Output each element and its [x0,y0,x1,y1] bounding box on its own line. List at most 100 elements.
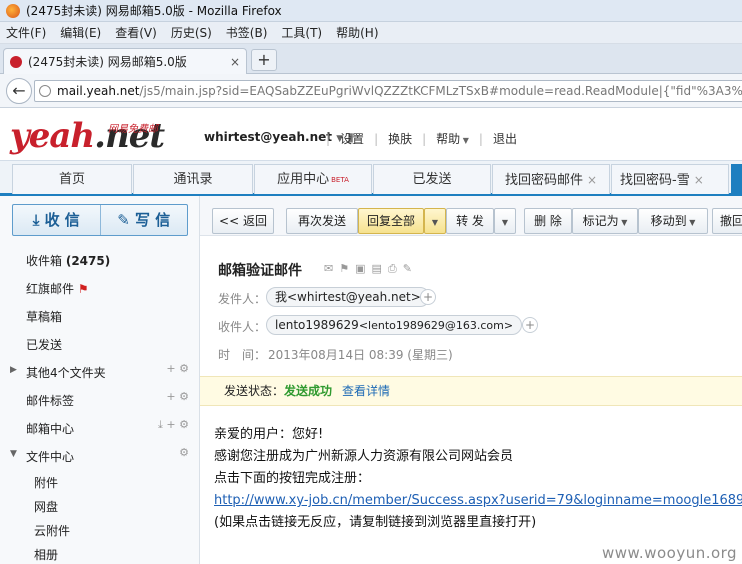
mail-subject: 邮箱验证邮件 [218,263,302,279]
tab-active-edge[interactable] [731,164,742,194]
tab-label: 找回密码-雪 [620,173,690,188]
tab-password-xue[interactable]: 找回密码-雪 × [611,164,729,194]
tag-actions: + ⚙ [166,390,189,403]
sidebar-item-inbox[interactable]: 收件箱 (2475) [26,252,110,269]
print-icon[interactable]: ⎙ [388,262,403,275]
inbox-unread-count: (2475) [65,254,111,268]
add-icon[interactable]: + [166,362,175,375]
tab-label: 已发送 [412,172,452,187]
divider: | [422,131,427,146]
close-icon[interactable]: × [587,173,597,187]
recipient-address: <lento1989629@163.com> [358,319,514,332]
sidebar-item-cloud-attachments[interactable]: 云附件 [34,522,70,539]
mark-as-button[interactable]: 标记为 ▼ [572,208,638,234]
body-line: 亲爱的用户：您好! [214,427,324,442]
tab-app-center[interactable]: 应用中心 BETA [254,164,372,194]
tab-contacts[interactable]: 通讯录 [133,164,253,194]
gear-icon[interactable]: ⚙ [179,362,189,375]
folder-actions: + ⚙ [166,362,189,375]
delete-button[interactable]: 删 除 [524,208,572,234]
read-toolbar: << 返回 再次发送 回复全部 ▼ 转 发 ▼ 删 除 标记为 ▼ 移动到 ▼ … [200,196,742,236]
sidebar-item-sent[interactable]: 已发送 [26,336,62,353]
tab-sent[interactable]: 已发送 [373,164,491,194]
gear-icon[interactable]: ⚙ [179,446,189,459]
edit-icon[interactable]: ✎ [403,262,418,275]
navigation-bar: ← mail.yeah.net /js5/main.jsp?sid=EAQSab… [0,74,742,108]
sidebar-item-tags[interactable]: 邮件标签 [26,392,74,409]
flag-icon[interactable]: ⚑ [339,262,355,275]
add-icon[interactable]: + [166,390,175,403]
settings-link[interactable]: 设置 [340,130,364,147]
new-tab-button[interactable]: + [251,49,277,71]
sidebar-item-flagged[interactable]: 红旗邮件 ⚑ [26,280,89,297]
red-flag-icon: ⚑ [77,282,89,296]
mail-center-actions: ⤓ + ⚙ [158,418,189,432]
gear-icon[interactable]: ⚙ [179,418,189,431]
sidebar-item-netdisk[interactable]: 网盘 [34,498,58,515]
logo-tagline: 网易免费邮 [108,124,158,135]
add-contact-icon[interactable]: + [420,289,436,305]
back-arrow-icon[interactable]: ← [6,78,32,104]
close-icon[interactable]: × [694,173,704,187]
browser-tab[interactable]: (2475封未读) 网易邮箱5.0版 × [3,48,247,74]
sidebar-item-attachments[interactable]: 附件 [34,474,58,491]
tab-password-mail[interactable]: 找回密码邮件 × [492,164,610,194]
help-link[interactable]: 帮助 ▼ [436,130,469,147]
reply-all-button[interactable]: 回复全部 [358,208,424,234]
sender-chip[interactable]: 我<whirtest@yeah.net> [266,287,430,307]
forward-dropdown-button[interactable]: ▼ [494,208,516,234]
firefox-logo-icon [6,3,20,18]
recipient-chip[interactable]: lento1989629<lento1989629@163.com> [266,315,523,335]
menu-tools[interactable]: 工具(T) [281,24,322,41]
globe-icon [39,85,51,97]
move-to-label: 移动到 [650,214,687,228]
compose-button[interactable]: ✎ 写 信 [101,205,188,235]
menu-help[interactable]: 帮助(H) [336,24,378,41]
sidebar-item-file-center[interactable]: 文件中心 [26,448,74,465]
skin-link[interactable]: 换肤 [388,130,412,147]
verification-link[interactable]: http://www.xy-job.cn/member/Success.aspx… [214,490,742,512]
add-contact-icon[interactable]: + [522,317,538,333]
receive-label: 收 信 [44,211,80,229]
add-icon[interactable]: + [166,418,175,431]
browser-tab-title: (2475封未读) 网易邮箱5.0版 [28,55,187,69]
sent-time: 2013年08月14日 08:39 (星期三) [268,348,453,362]
url-host: mail.yeah.net [57,84,140,98]
move-to-button[interactable]: 移动到 ▼ [638,208,708,234]
view-details-link[interactable]: 查看详情 [342,384,390,398]
tab-home[interactable]: 首页 [12,164,132,194]
to-label: 收件人： [218,320,267,334]
menu-edit[interactable]: 编辑(E) [60,24,101,41]
collapse-arrow-icon[interactable]: ▼ [10,449,17,459]
folder-icon[interactable]: ▤ [372,262,388,275]
menu-view[interactable]: 查看(V) [115,24,157,41]
reply-dropdown-button[interactable]: ▼ [424,208,446,234]
expand-arrow-icon[interactable]: ▶ [10,365,17,375]
sidebar-item-mail-center[interactable]: 邮箱中心 [26,420,74,437]
resend-button[interactable]: 再次发送 [286,208,358,234]
sidebar-item-album[interactable]: 相册 [34,546,58,563]
chevron-down-icon: ▼ [460,136,469,145]
menu-file[interactable]: 文件(F) [6,24,46,41]
gear-icon[interactable]: ⚙ [179,390,189,403]
receive-button[interactable]: ⤓ 收 信 [13,205,101,235]
back-button[interactable]: << 返回 [212,208,274,234]
import-icon[interactable]: ⤓ [158,418,163,431]
envelope-icon[interactable]: ✉ [324,262,339,275]
recipient-name: lento1989629 [275,318,359,332]
logout-link[interactable]: 退出 [493,130,517,147]
body-line: 点击下面的按钮完成注册： [214,471,371,486]
window-titlebar: (2475封未读) 网易邮箱5.0版 - Mozilla Firefox [0,0,742,22]
divider: | [374,131,379,146]
menu-bookmarks[interactable]: 书签(B) [226,24,268,41]
recall-button[interactable]: 撤回 [712,208,742,234]
mail-body: 亲爱的用户：您好! 感谢您注册成为广州新源人力资源有限公司网站会员 点击下面的按… [214,424,742,534]
chevron-down-icon: ▼ [686,218,696,227]
sidebar-item-other-folders[interactable]: 其他4个文件夹 [26,364,106,381]
menu-history[interactable]: 历史(S) [171,24,212,41]
sidebar-item-drafts[interactable]: 草稿箱 [26,308,62,325]
close-tab-icon[interactable]: × [230,55,240,69]
forward-button[interactable]: 转 发 [446,208,494,234]
tag-icon[interactable]: ▣ [355,262,371,275]
url-bar[interactable]: mail.yeah.net /js5/main.jsp?sid=EAQSabZZ… [34,80,742,102]
